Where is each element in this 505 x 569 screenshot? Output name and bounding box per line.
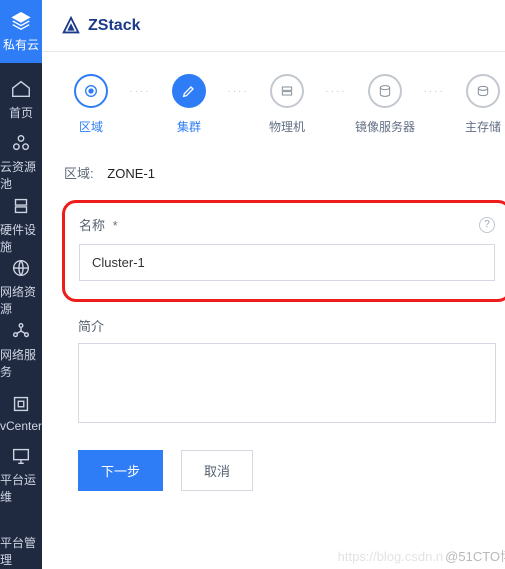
- name-input[interactable]: [79, 244, 495, 281]
- sidebar-item-label: vCenter: [0, 419, 42, 433]
- name-label-row: 名称 * ?: [79, 215, 495, 234]
- main-panel: ZStack 区域 ···· 集群 ···· 物: [42, 0, 505, 569]
- disk-icon: [466, 74, 500, 108]
- cloud-pool-icon: [10, 132, 32, 154]
- zone-value: ZONE-1: [107, 166, 155, 181]
- app-root: 私有云 首页 云资源池 硬件设施 网络资源: [0, 0, 505, 569]
- server-icon: [10, 195, 32, 217]
- sidebar-item-label: 网络资源: [0, 283, 42, 317]
- step-connector: ····: [130, 74, 150, 108]
- help-icon[interactable]: ?: [479, 217, 495, 233]
- step-connector: ····: [228, 74, 248, 108]
- brand: ZStack: [60, 15, 140, 37]
- home-icon: [10, 78, 32, 100]
- sidebar-item-label: 首页: [9, 104, 33, 121]
- name-field-highlight: 名称 * ?: [62, 200, 505, 302]
- zone-label: 区域:: [64, 166, 94, 181]
- step-label: 主存储: [465, 118, 501, 135]
- sidebar-item-cloud-pool[interactable]: 云资源池: [0, 131, 42, 194]
- gear-icon: [10, 508, 32, 530]
- desc-textarea[interactable]: [78, 343, 496, 423]
- brand-logo-icon: [60, 15, 82, 37]
- sidebar-item-label: 网络服务: [0, 346, 42, 380]
- sidebar-item-platform-mgmt[interactable]: 平台管理: [0, 506, 42, 569]
- step-image-server[interactable]: 镜像服务器: [346, 74, 424, 135]
- sidebar-item-network-resource[interactable]: 网络资源: [0, 256, 42, 319]
- sidebar-item-vcenter[interactable]: vCenter: [0, 381, 42, 444]
- storage-icon: [368, 74, 402, 108]
- step-label: 物理机: [269, 118, 305, 135]
- layers-icon: [10, 10, 32, 32]
- next-button[interactable]: 下一步: [78, 450, 163, 491]
- sidebar: 私有云 首页 云资源池 硬件设施 网络资源: [0, 0, 42, 569]
- host-icon: [270, 74, 304, 108]
- wizard-steps: 区域 ···· 集群 ···· 物理机 ···· 镜像服务: [42, 52, 505, 147]
- pencil-icon: [172, 74, 206, 108]
- sidebar-item-network-service[interactable]: 网络服务: [0, 319, 42, 382]
- step-primary-storage[interactable]: 主存储: [444, 74, 505, 135]
- desc-label: 简介: [78, 316, 496, 335]
- brand-name: ZStack: [88, 17, 140, 35]
- target-icon: [74, 74, 108, 108]
- sidebar-item-label: 云资源池: [0, 158, 42, 192]
- sidebar-item-label: 平台运维: [0, 471, 42, 505]
- zone-summary: 区域: ZONE-1: [64, 163, 505, 182]
- monitor-icon: [10, 445, 32, 467]
- step-connector: ····: [326, 74, 346, 108]
- form-content: 区域: ZONE-1 名称 * ? 简介 下一步 取消: [42, 147, 505, 569]
- step-host[interactable]: 物理机: [248, 74, 326, 135]
- sidebar-item-label: 硬件设施: [0, 221, 42, 255]
- globe-icon: [10, 257, 32, 279]
- step-label: 镜像服务器: [355, 118, 415, 135]
- step-zone[interactable]: 区域: [52, 74, 130, 135]
- sidebar-item-home[interactable]: 首页: [0, 68, 42, 131]
- sidebar-item-ops[interactable]: 平台运维: [0, 444, 42, 507]
- step-label: 区域: [79, 118, 103, 135]
- form-actions: 下一步 取消: [62, 450, 505, 491]
- cancel-button[interactable]: 取消: [181, 450, 253, 491]
- step-connector: ····: [424, 74, 444, 108]
- sidebar-item-private-cloud[interactable]: 私有云: [0, 0, 42, 63]
- network-service-icon: [10, 320, 32, 342]
- step-cluster[interactable]: 集群: [150, 74, 228, 135]
- topbar: ZStack: [42, 0, 505, 52]
- vcenter-icon: [10, 393, 32, 415]
- sidebar-item-label: 私有云: [3, 36, 39, 53]
- sidebar-item-hardware[interactable]: 硬件设施: [0, 194, 42, 257]
- desc-field: 简介: [78, 316, 496, 428]
- sidebar-item-label: 平台管理: [0, 534, 42, 568]
- name-label: 名称 *: [79, 215, 118, 234]
- step-label: 集群: [177, 118, 201, 135]
